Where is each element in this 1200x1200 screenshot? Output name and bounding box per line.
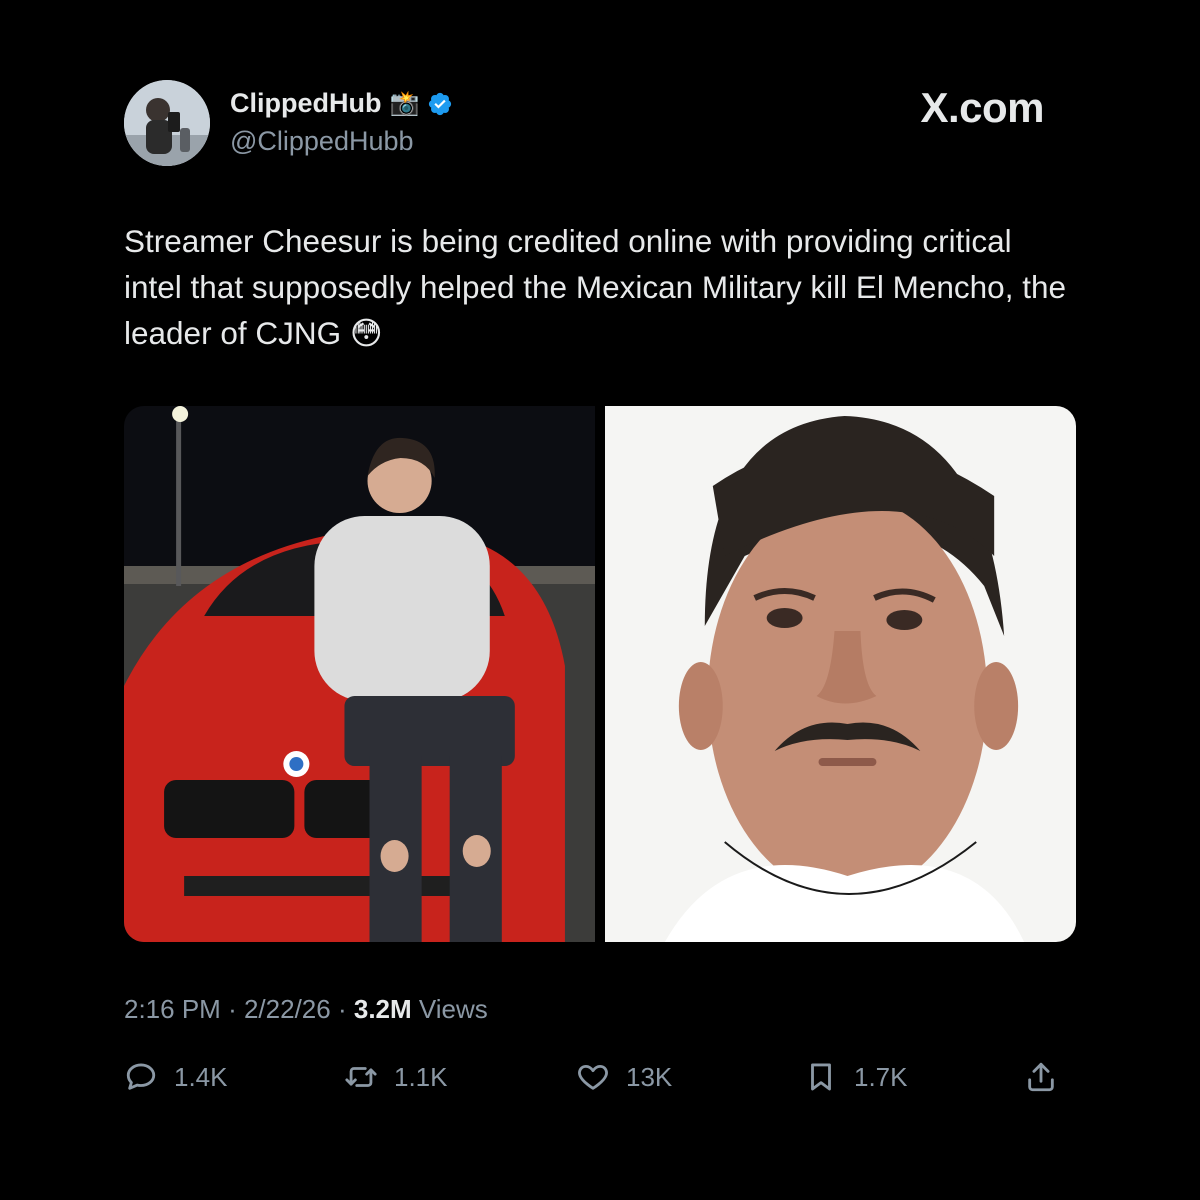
like-button[interactable]: 13K [576, 1060, 672, 1094]
author-handle[interactable]: @ClippedHubb [230, 126, 414, 157]
verified-badge-icon [427, 91, 453, 117]
reply-button[interactable]: 1.4K [124, 1060, 228, 1094]
display-name-text: ClippedHub [230, 88, 382, 118]
camera-flash-emoji: 📸 [389, 90, 420, 117]
tweet-time[interactable]: 2:16 PM [124, 994, 221, 1024]
tweet-meta: 2:16 PM · 2/22/26 · 3.2M Views [124, 994, 488, 1025]
author-avatar[interactable] [124, 80, 210, 166]
bookmark-count: 1.7K [854, 1061, 908, 1092]
bookmark-button[interactable]: 1.7K [804, 1060, 908, 1094]
repost-icon [344, 1060, 378, 1094]
heart-icon [576, 1060, 610, 1094]
like-count: 13K [626, 1061, 673, 1092]
media-photo-el-mencho[interactable] [605, 406, 1076, 942]
tweet-actions-bar: 1.4K 1.1K 13K 1.7K [124, 1060, 1074, 1110]
share-button[interactable] [1024, 1060, 1058, 1094]
share-icon [1024, 1060, 1058, 1094]
views-label: Views [418, 994, 488, 1024]
reply-count: 1.4K [174, 1061, 228, 1092]
repost-button[interactable]: 1.1K [344, 1060, 448, 1094]
site-label: X.com [920, 84, 1044, 131]
tweet-text: Streamer Cheesur is being credited onlin… [124, 223, 1066, 351]
bookmark-icon [804, 1060, 838, 1094]
tweet-date[interactable]: 2/22/26 [244, 994, 331, 1024]
tweet-media[interactable] [124, 406, 1076, 942]
author-display-name[interactable]: ClippedHub 📸 [230, 88, 453, 119]
meta-separator-2: · [337, 994, 347, 1024]
views-count: 3.2M [353, 994, 412, 1024]
reply-icon [124, 1060, 158, 1094]
meta-separator-1: · [228, 994, 237, 1024]
media-photo-streamer-car[interactable] [124, 406, 595, 942]
repost-count: 1.1K [394, 1061, 448, 1092]
